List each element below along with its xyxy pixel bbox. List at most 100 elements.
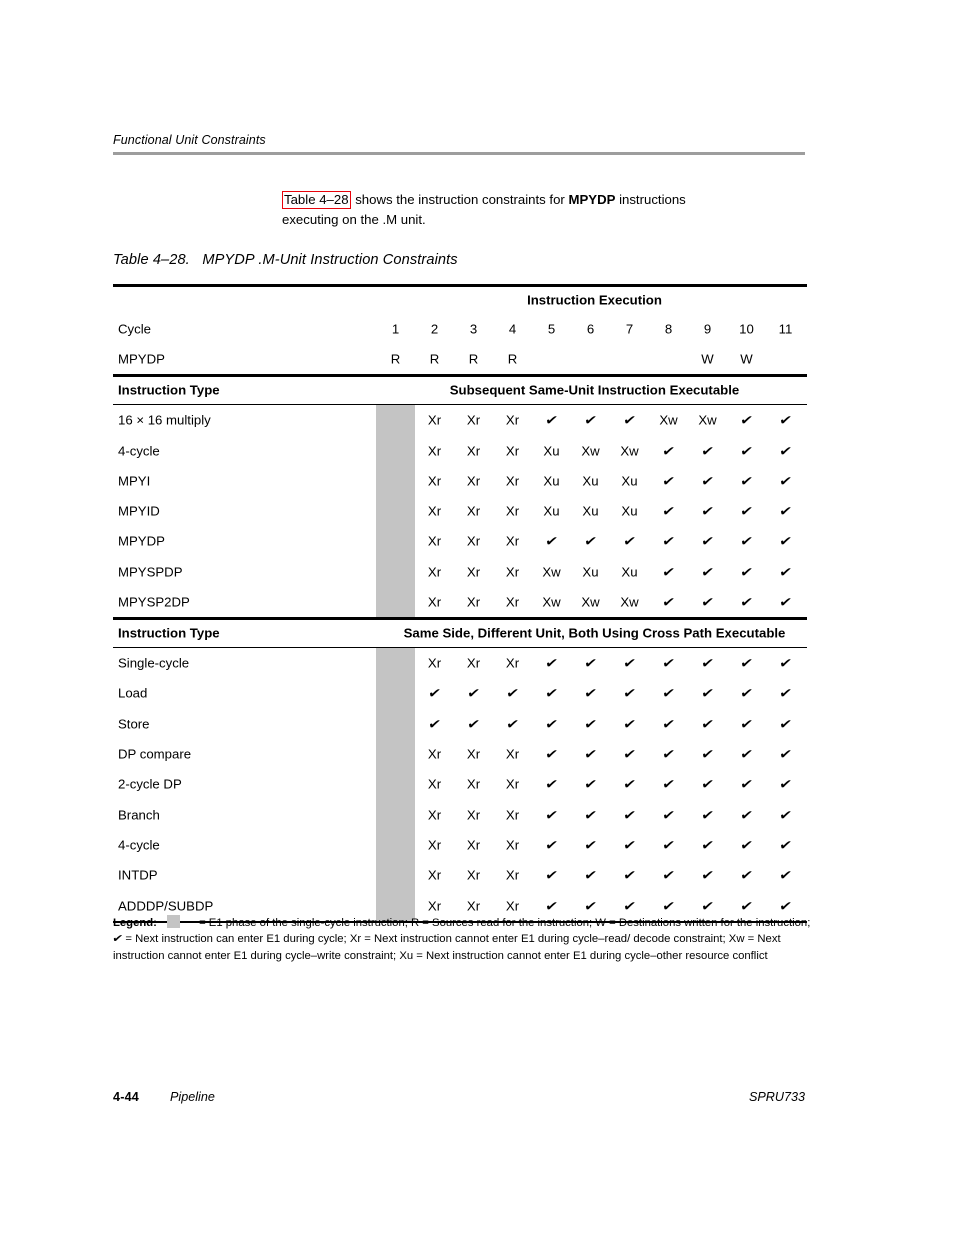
constraint-cell: Xr bbox=[427, 503, 442, 519]
section-1-column-header: Instruction Type bbox=[118, 382, 220, 398]
checkmark-icon: ✔ bbox=[778, 565, 793, 581]
cycle-number-5: 5 bbox=[547, 321, 556, 337]
pipeline-cell-2: R bbox=[429, 351, 440, 367]
table-row: Branch Xr Xr Xr ✔ ✔ ✔ ✔ ✔ ✔ ✔ bbox=[113, 800, 807, 830]
constraint-cell: Xr bbox=[466, 746, 481, 762]
constraint-cell: Xr bbox=[505, 564, 520, 580]
constraint-cell: Xu bbox=[582, 473, 599, 489]
cycle-number-7: 7 bbox=[625, 321, 634, 337]
cycle-number-2: 2 bbox=[430, 321, 439, 337]
table-row: MPYID Xr Xr Xr Xu Xu Xu ✔ ✔ ✔ ✔ bbox=[113, 496, 807, 526]
checkmark-icon: ✔ bbox=[739, 868, 754, 884]
checkmark-icon: ✔ bbox=[778, 534, 793, 550]
checkmark-icon: ✔ bbox=[583, 747, 598, 763]
checkmark-icon: ✔ bbox=[700, 899, 715, 915]
constraint-cell: Xr bbox=[466, 503, 481, 519]
row-label: 4-cycle bbox=[118, 837, 160, 853]
table-row: Load ✔ ✔ ✔ ✔ ✔ ✔ ✔ ✔ ✔ ✔ bbox=[113, 678, 807, 708]
row-label: MPYDP bbox=[118, 533, 165, 549]
row-label: 16 × 16 multiply bbox=[118, 412, 211, 428]
checkmark-icon: ✔ bbox=[739, 504, 754, 520]
checkmark-icon: ✔ bbox=[739, 838, 754, 854]
intro-text-before: shows the instruction constraints for bbox=[351, 192, 569, 207]
constraint-cell: Xr bbox=[505, 655, 520, 671]
constraint-cell: Xr bbox=[505, 867, 520, 883]
constraint-cell: Xr bbox=[427, 564, 442, 580]
checkmark-icon: ✔ bbox=[661, 534, 676, 550]
footer-page-number: 4-44 bbox=[113, 1090, 140, 1104]
pipeline-cell-3: R bbox=[468, 351, 479, 367]
checkmark-icon: ✔ bbox=[544, 413, 559, 429]
cycle-number-9: 9 bbox=[703, 321, 712, 337]
checkmark-icon: ✔ bbox=[778, 656, 793, 672]
checkmark-icon: ✔ bbox=[661, 808, 676, 824]
row-label: INTDP bbox=[118, 867, 158, 883]
checkmark-icon: ✔ bbox=[427, 686, 442, 702]
checkmark-icon: ✔ bbox=[661, 565, 676, 581]
checkmark-icon: ✔ bbox=[466, 717, 481, 733]
checkmark-icon: ✔ bbox=[700, 838, 715, 854]
checkmark-icon: ✔ bbox=[583, 534, 598, 550]
checkmark-icon: ✔ bbox=[739, 686, 754, 702]
constraint-cell: Xr bbox=[466, 655, 481, 671]
constraint-cell: Xr bbox=[427, 533, 442, 549]
checkmark-icon: ✔ bbox=[778, 747, 793, 763]
checkmark-icon: ✔ bbox=[739, 444, 754, 460]
constraint-cell: Xw bbox=[698, 412, 717, 428]
row-label: Store bbox=[118, 716, 150, 732]
pipeline-row-label: MPYDP bbox=[118, 351, 165, 367]
checkmark-icon: ✔ bbox=[739, 899, 754, 915]
checkmark-icon: ✔ bbox=[700, 656, 715, 672]
checkmark-icon: ✔ bbox=[778, 838, 793, 854]
constraint-cell: Xr bbox=[505, 443, 520, 459]
checkmark-icon: ✔ bbox=[622, 717, 637, 733]
checkmark-icon: ✔ bbox=[700, 565, 715, 581]
constraint-cell: Xr bbox=[505, 533, 520, 549]
table-caption-title: MPYDP .M-Unit Instruction Constraints bbox=[202, 252, 458, 268]
checkmark-icon: ✔ bbox=[622, 747, 637, 763]
table-row: ADDDP/SUBDP Xr Xr Xr ✔ ✔ ✔ ✔ ✔ ✔ ✔ bbox=[113, 890, 807, 920]
cycle-number-10: 10 bbox=[739, 321, 754, 337]
constraint-cell: Xu bbox=[582, 503, 599, 519]
constraint-cell: Xr bbox=[505, 746, 520, 762]
constraint-cell: Xr bbox=[505, 837, 520, 853]
constraint-cell: Xr bbox=[466, 412, 481, 428]
table-cross-reference-link[interactable]: Table 4–28 bbox=[282, 191, 351, 209]
constraint-cell: Xw bbox=[542, 594, 561, 610]
table-row: MPYDP Xr Xr Xr ✔ ✔ ✔ ✔ ✔ ✔ ✔ bbox=[113, 526, 807, 556]
table-caption: Table 4–28. MPYDP .M-Unit Instruction Co… bbox=[113, 252, 458, 268]
constraint-cell: Xr bbox=[466, 473, 481, 489]
constraint-cell: Xr bbox=[427, 655, 442, 671]
table-row: 2-cycle DP Xr Xr Xr ✔ ✔ ✔ ✔ ✔ ✔ ✔ bbox=[113, 769, 807, 799]
table-row: MPYI Xr Xr Xr Xu Xu Xu ✔ ✔ ✔ ✔ bbox=[113, 466, 807, 496]
checkmark-icon: ✔ bbox=[700, 474, 715, 490]
checkmark-icon: ✔ bbox=[700, 504, 715, 520]
checkmark-icon: ✔ bbox=[739, 717, 754, 733]
cycle-number-1: 1 bbox=[391, 321, 400, 337]
cycle-number-4: 4 bbox=[508, 321, 517, 337]
checkmark-icon: ✔ bbox=[544, 686, 559, 702]
footer-document-id: SPRU733 bbox=[748, 1090, 805, 1104]
checkmark-icon: ✔ bbox=[700, 777, 715, 793]
constraint-cell: Xr bbox=[427, 443, 442, 459]
checkmark-icon: ✔ bbox=[544, 868, 559, 884]
constraint-cell: Xr bbox=[505, 776, 520, 792]
running-header-title: Functional Unit Constraints bbox=[113, 133, 266, 147]
cycle-row-label: Cycle bbox=[118, 321, 151, 337]
section-1-header-row: Instruction Type Subsequent Same-Unit In… bbox=[113, 377, 807, 404]
checkmark-icon: ✔ bbox=[661, 747, 676, 763]
checkmark-icon: ✔ bbox=[466, 686, 481, 702]
constraints-table: Instruction Execution Cycle 1 2 3 4 5 6 … bbox=[113, 284, 807, 924]
running-header: Functional Unit Constraints bbox=[113, 133, 805, 155]
row-label: 2-cycle DP bbox=[118, 776, 182, 792]
constraint-cell: Xu bbox=[543, 443, 560, 459]
constraint-cell: Xr bbox=[427, 594, 442, 610]
constraint-cell: Xw bbox=[659, 412, 678, 428]
constraint-cell: Xr bbox=[505, 473, 520, 489]
checkmark-icon: ✔ bbox=[544, 899, 559, 915]
checkmark-icon: ✔ bbox=[505, 717, 520, 733]
checkmark-icon: ✔ bbox=[778, 686, 793, 702]
checkmark-icon: ✔ bbox=[583, 838, 598, 854]
row-label: Load bbox=[118, 685, 148, 701]
checkmark-icon: ✔ bbox=[544, 747, 559, 763]
